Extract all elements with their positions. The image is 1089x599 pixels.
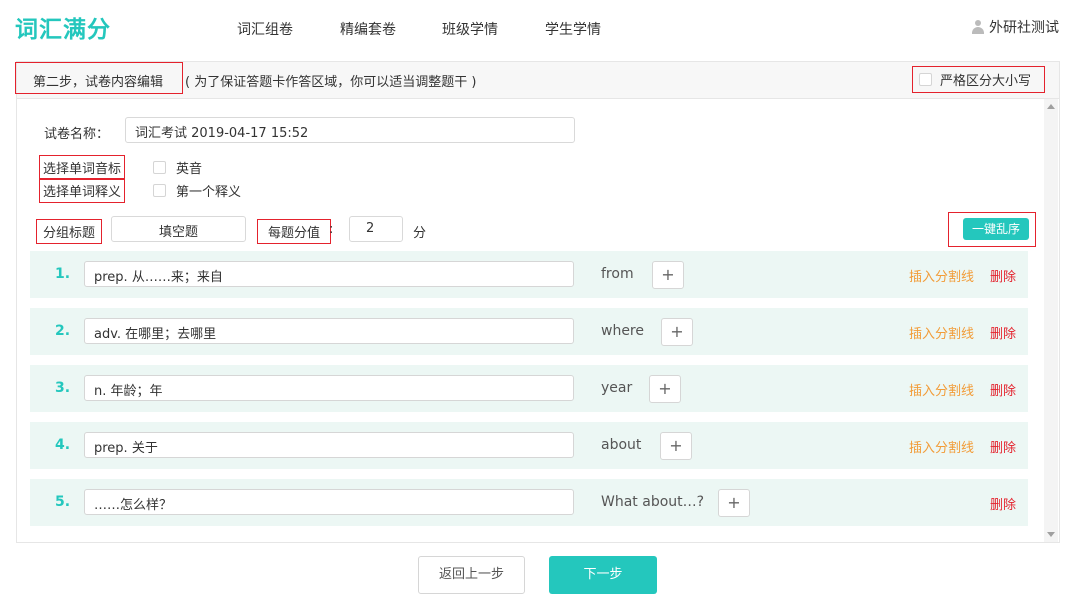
question-row: 4. prep. 关于 about + 插入分割线 删除 [30,422,1028,469]
phonetic-checkbox[interactable] [153,161,166,174]
phonetic-option[interactable]: 英音 [153,158,202,177]
user-icon [971,20,985,34]
editor-panel: 试卷名称： 词汇考试 2019-04-17 15:52 选择单词音标 英音 选择… [16,99,1060,543]
question-row: 1. prep. 从……来；来自 from + 插入分割线 删除 [30,251,1028,298]
phonetic-option-label: 英音 [176,162,203,177]
case-sensitive-label: 严格区分大小写 [940,74,1032,89]
add-blank-button[interactable]: + [652,261,684,289]
delete-question-link[interactable]: 删除 [990,437,1016,456]
case-sensitive-checkbox[interactable] [919,73,932,86]
step-hint: ( 为了保证答题卡作答区域，你可以适当调整题干 ) [185,75,477,90]
insert-divider-link[interactable]: 插入分割线 [909,380,974,399]
question-stem-input[interactable]: prep. 从……来；来自 [84,261,574,287]
question-row: 3. n. 年龄；年 year + 插入分割线 删除 [30,365,1028,412]
meaning-label: 选择单词释义 [39,178,126,203]
phonetic-label: 选择单词音标 [39,155,126,180]
nav-item-vocab-compose[interactable]: 词汇组卷 [237,19,293,39]
back-button[interactable]: 返回上一步 [418,556,525,594]
question-number: 3. [55,380,71,396]
scroll-down-arrow-icon[interactable] [1047,532,1055,537]
scrollbar[interactable] [1044,99,1058,542]
nav-item-curated-papers[interactable]: 精编套卷 [340,19,396,39]
delete-question-link[interactable]: 删除 [990,494,1016,513]
question-row: 5. ……怎么样？ What about…? + 删除 [30,479,1028,526]
score-colon: : [329,222,334,237]
shuffle-highlight: 一键乱序 [948,212,1036,247]
top-nav: 词汇满分 词汇组卷 精编套卷 班级学情 学生学情 外研社测试 [0,0,1089,52]
score-label: 每题分值 [257,219,332,244]
question-answer-word: where [601,323,644,339]
add-blank-button[interactable]: + [649,375,681,403]
question-stem-input[interactable]: prep. 关于 [84,432,574,458]
step-bar: 第二步，试卷内容编辑 ( 为了保证答题卡作答区域，你可以适当调整题干 ) 严格区… [15,61,1060,99]
question-row: 2. adv. 在哪里；去哪里 where + 插入分割线 删除 [30,308,1028,355]
group-title-input[interactable]: 填空题 [111,216,246,242]
score-input[interactable]: 2 [349,216,403,242]
nav-item-student-stats[interactable]: 学生学情 [545,19,601,39]
question-stem-input[interactable]: n. 年龄；年 [84,375,574,401]
user-name: 外研社测试 [989,20,1059,36]
group-title-label: 分组标题 [36,219,103,244]
add-blank-button[interactable]: + [660,432,692,460]
delete-question-link[interactable]: 删除 [990,266,1016,285]
shuffle-button[interactable]: 一键乱序 [963,218,1029,240]
user-menu[interactable]: 外研社测试 [971,17,1059,37]
insert-divider-link[interactable]: 插入分割线 [909,437,974,456]
question-number: 2. [55,323,71,339]
question-stem-input[interactable]: ……怎么样？ [84,489,574,515]
app-logo[interactable]: 词汇满分 [15,10,111,44]
case-sensitive-toggle[interactable]: 严格区分大小写 [912,66,1045,93]
next-button[interactable]: 下一步 [549,556,657,594]
question-number: 1. [55,266,71,282]
paper-name-label: 试卷名称： [44,127,110,142]
meaning-option-label: 第一个释义 [176,185,242,200]
question-answer-word: year [601,380,633,396]
question-answer-word: What about…? [601,494,705,510]
delete-question-link[interactable]: 删除 [990,380,1016,399]
delete-question-link[interactable]: 删除 [990,323,1016,342]
question-answer-word: about [601,437,642,453]
insert-divider-link[interactable]: 插入分割线 [909,323,974,342]
step-title: 第二步，试卷内容编辑 [15,62,183,94]
nav-item-class-stats[interactable]: 班级学情 [442,19,498,39]
question-answer-word: from [601,266,634,282]
score-unit: 分 [413,226,427,241]
meaning-option[interactable]: 第一个释义 [153,181,241,200]
add-blank-button[interactable]: + [718,489,750,517]
insert-divider-link[interactable]: 插入分割线 [909,266,974,285]
paper-name-input[interactable]: 词汇考试 2019-04-17 15:52 [125,117,575,143]
meaning-checkbox[interactable] [153,184,166,197]
question-number: 4. [55,437,71,453]
question-stem-input[interactable]: adv. 在哪里；去哪里 [84,318,574,344]
question-number: 5. [55,494,71,510]
add-blank-button[interactable]: + [661,318,693,346]
scroll-up-arrow-icon[interactable] [1047,104,1055,109]
